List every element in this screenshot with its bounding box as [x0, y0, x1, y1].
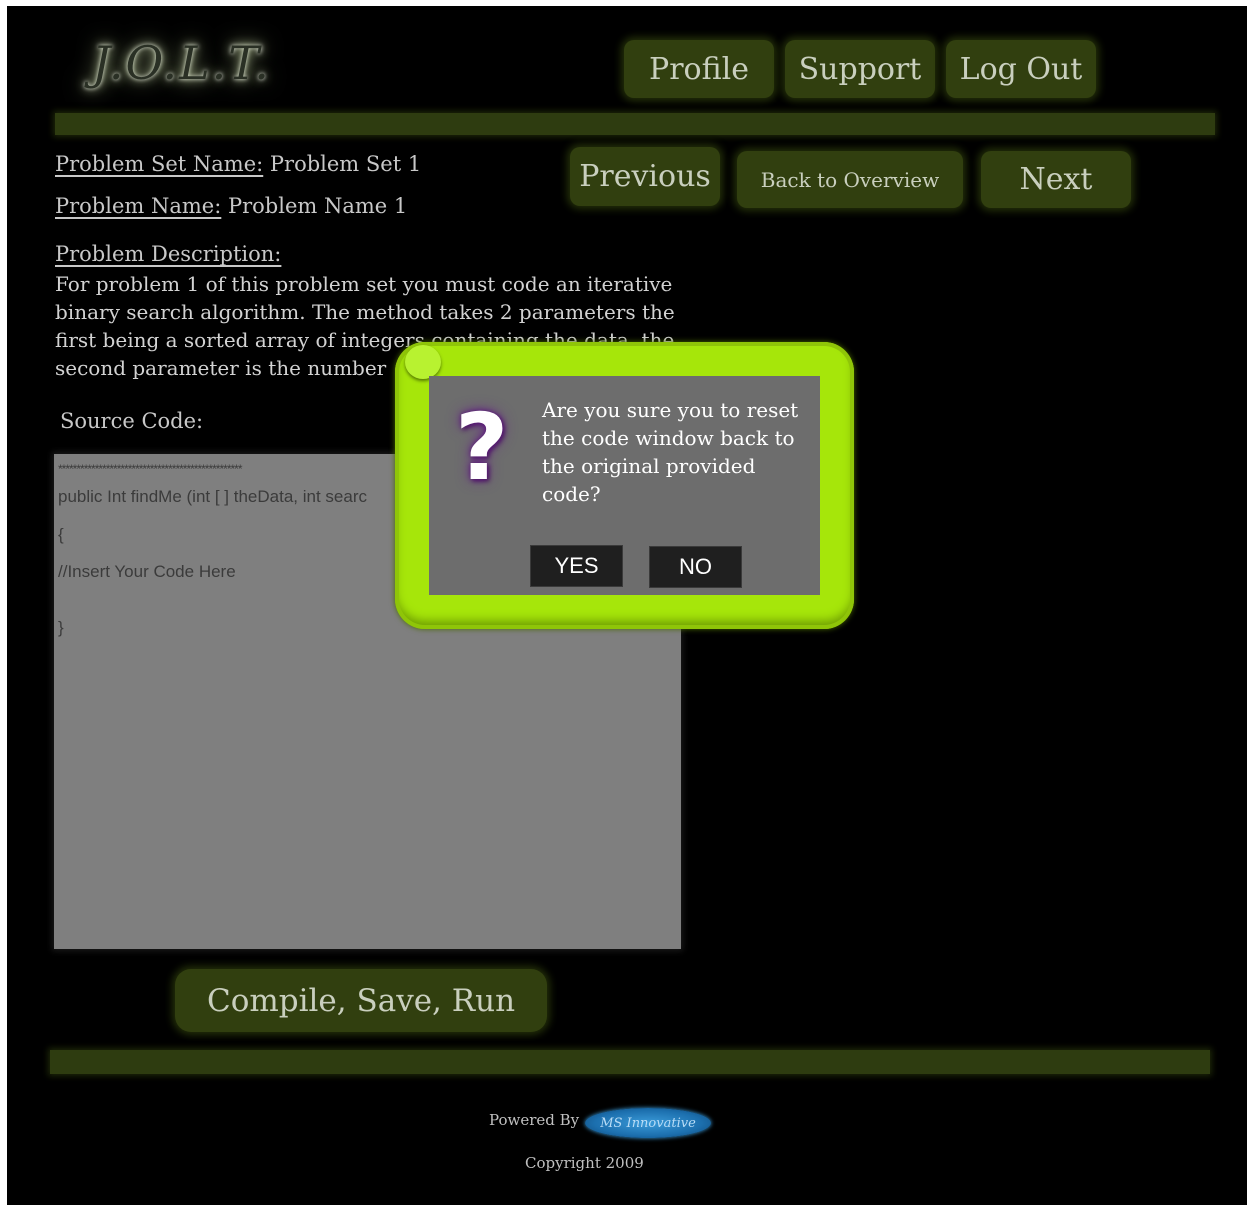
compile-save-run-button[interactable]: Compile, Save, Run — [175, 969, 547, 1032]
powered-by-text: Powered By — [489, 1111, 580, 1129]
copyright-text: Copyright 2009 — [525, 1154, 644, 1172]
logout-button[interactable]: Log Out — [946, 40, 1096, 98]
header-divider — [55, 113, 1215, 135]
problem-description-label: Problem Description: — [55, 242, 282, 266]
code-line: //Insert Your Code Here — [58, 562, 236, 581]
brand-logo-text: MS Innovative — [600, 1115, 696, 1131]
problem-name-value: Problem Name 1 — [221, 194, 408, 218]
problem-set-name: Problem Set Name: Problem Set 1 — [55, 152, 421, 176]
code-line: { — [58, 525, 64, 544]
code-line: public Int findMe (int [ ] theData, int … — [58, 487, 367, 506]
problem-set-name-label: Problem Set Name: — [55, 152, 264, 176]
dialog-message: Are you sure you to reset the code windo… — [542, 398, 799, 506]
next-button[interactable]: Next — [981, 151, 1131, 208]
brand-logo: MS Innovative — [585, 1108, 711, 1138]
no-button[interactable]: NO — [649, 546, 742, 588]
jolt-logo: J.O.L.T. — [92, 36, 271, 90]
source-code-label: Source Code: — [60, 409, 204, 433]
code-line: } — [58, 618, 64, 637]
code-line: ****************************************… — [58, 462, 242, 476]
problem-set-name-value: Problem Set 1 — [263, 152, 422, 176]
yes-button[interactable]: YES — [530, 545, 623, 587]
profile-button[interactable]: Profile — [624, 40, 774, 98]
footer-divider — [50, 1050, 1210, 1074]
support-button[interactable]: Support — [785, 40, 935, 98]
back-to-overview-button[interactable]: Back to Overview — [737, 151, 963, 208]
previous-button[interactable]: Previous — [570, 147, 720, 206]
problem-name: Problem Name: Problem Name 1 — [55, 194, 407, 218]
app-frame: J.O.L.T. Profile Support Log Out Problem… — [7, 6, 1247, 1205]
question-mark-icon: ? — [455, 394, 509, 501]
dialog-corner-knob — [405, 345, 441, 379]
problem-name-label: Problem Name: — [55, 194, 222, 218]
